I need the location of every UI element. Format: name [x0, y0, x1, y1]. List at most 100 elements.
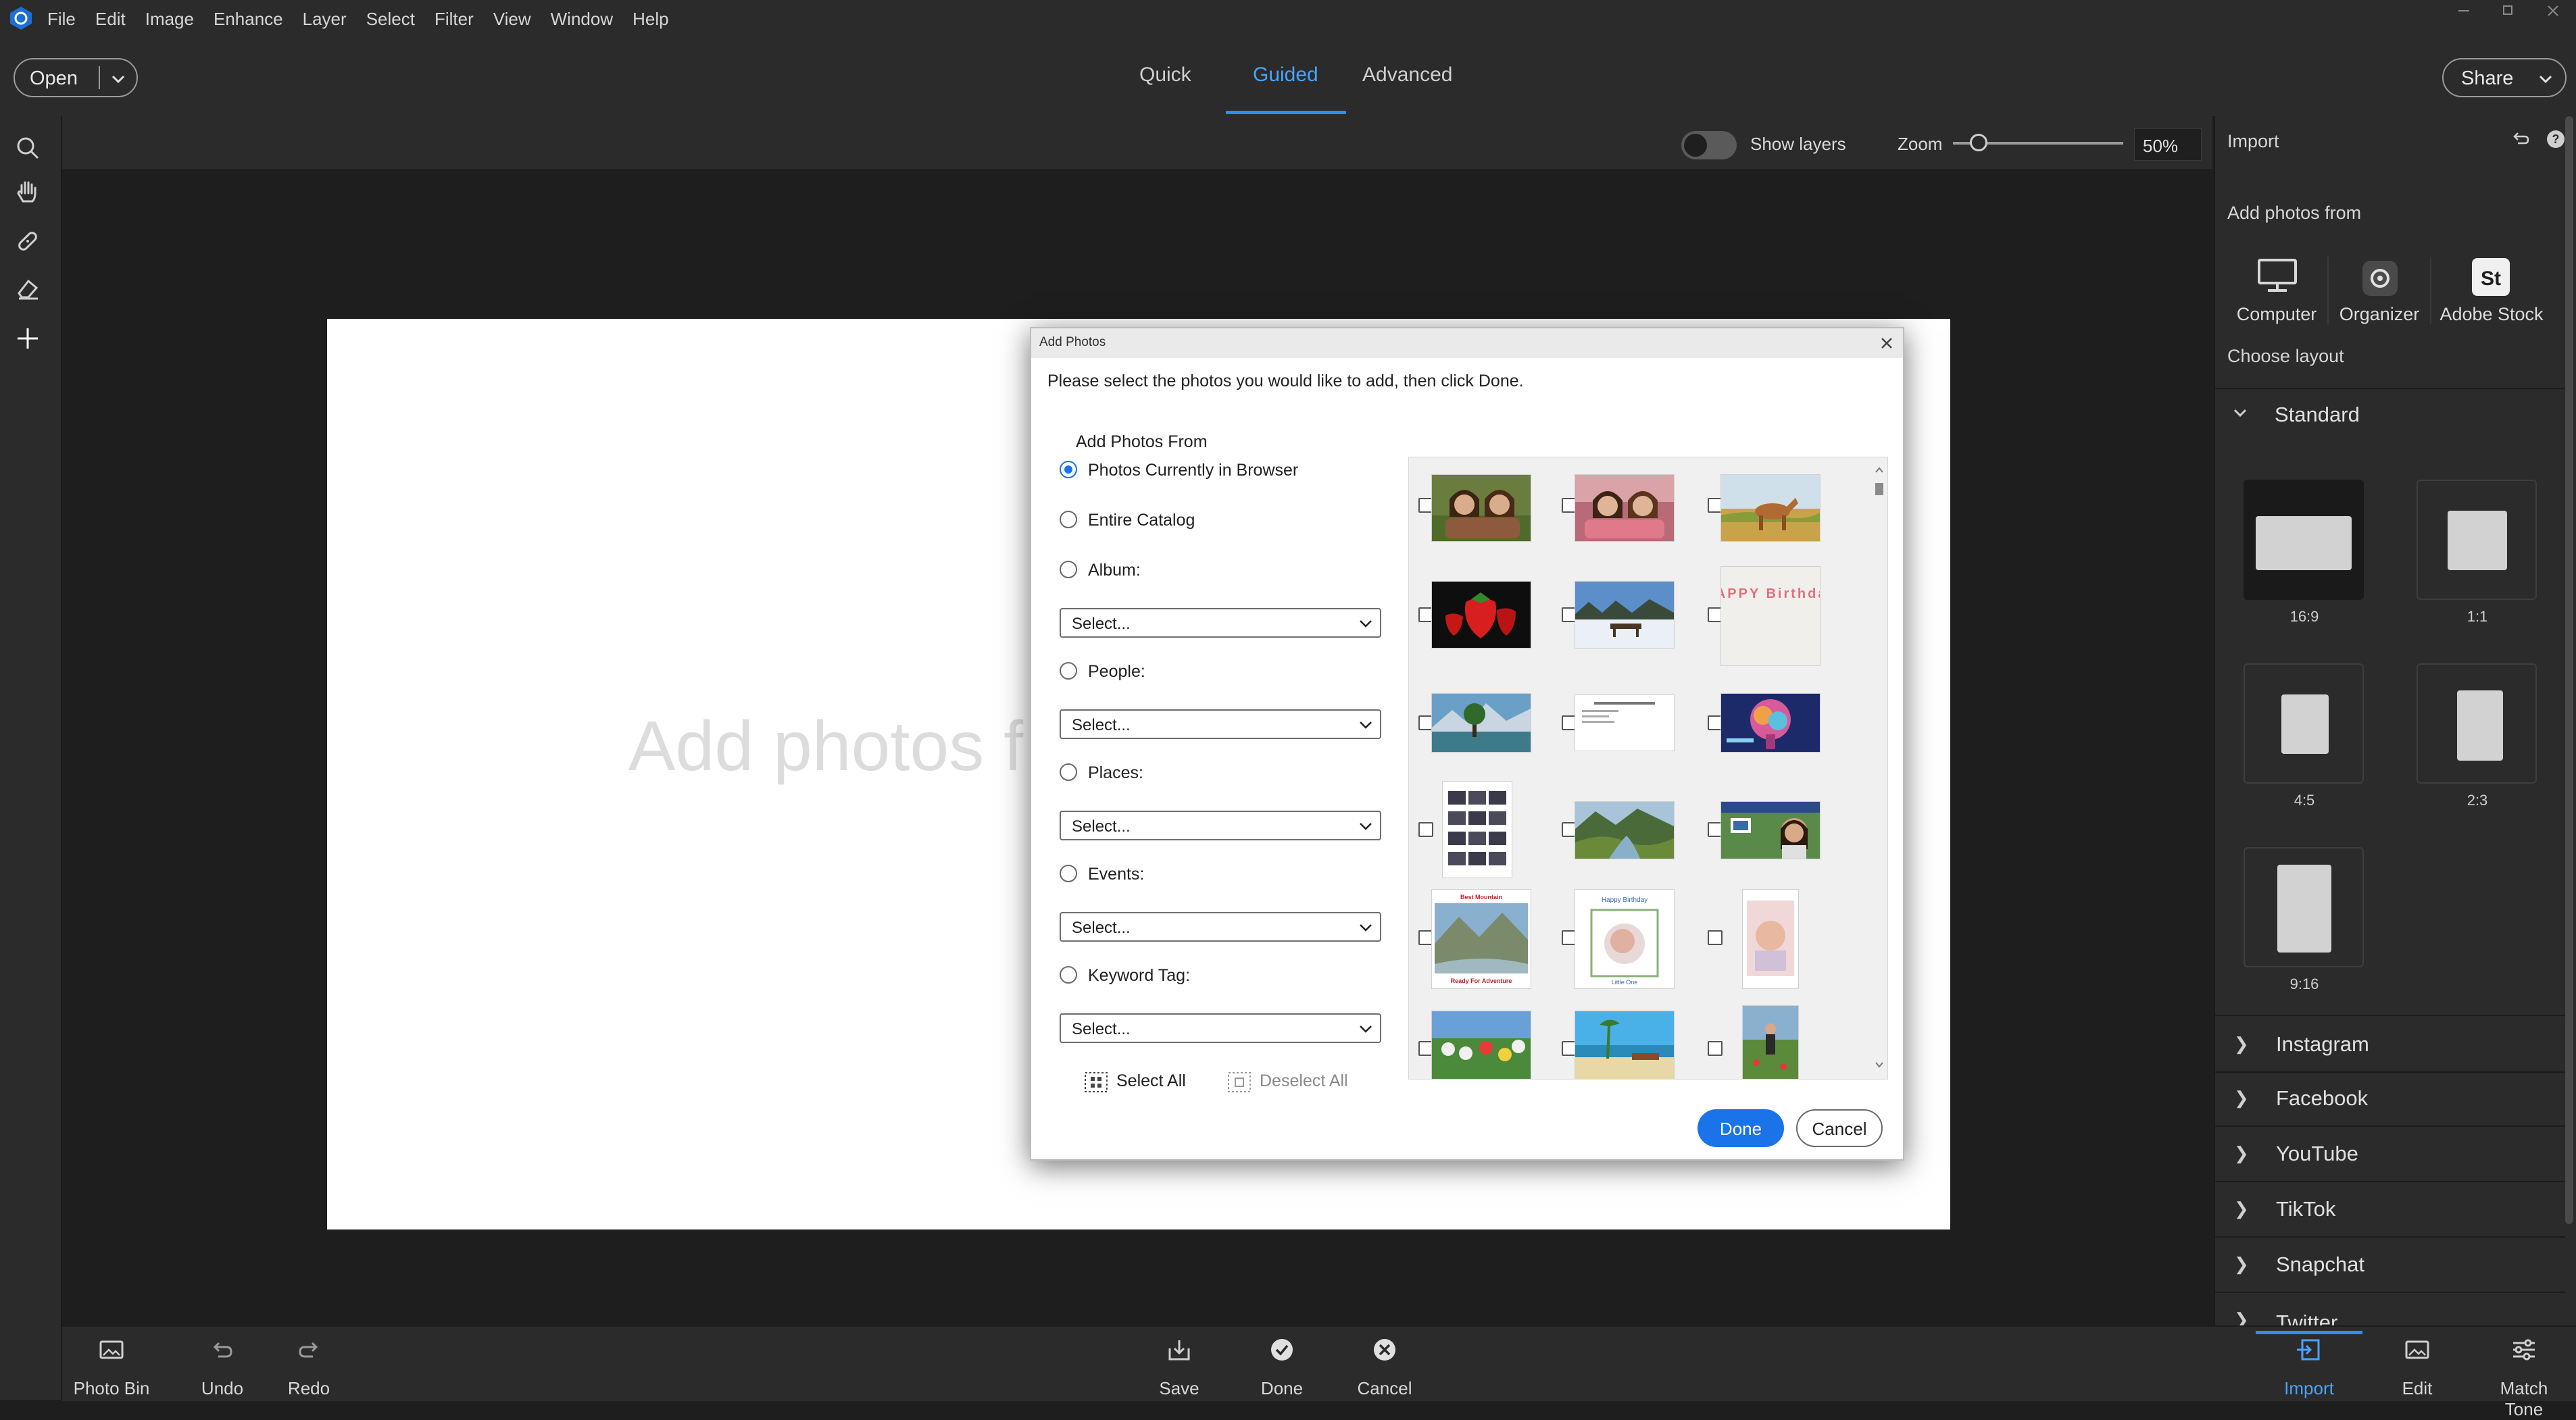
photo-checkbox[interactable]	[1708, 715, 1723, 730]
photo-checkbox[interactable]	[1418, 498, 1433, 513]
photo-checkbox[interactable]	[1708, 1041, 1723, 1056]
zoom-tool-icon[interactable]	[12, 132, 43, 163]
radio-places-label[interactable]: Places:	[1088, 763, 1143, 783]
radio-album-label[interactable]: Album:	[1088, 561, 1141, 580]
photo-thumbnail[interactable]	[1721, 802, 1820, 859]
dialog-cancel-button[interactable]: Cancel	[1796, 1109, 1883, 1147]
layout-16-9[interactable]	[2244, 480, 2364, 600]
menu-enhance[interactable]: Enhance	[214, 9, 283, 30]
photo-thumbnail[interactable]	[1721, 475, 1820, 541]
people-dropdown[interactable]: Select...	[1060, 709, 1381, 739]
photo-checkbox[interactable]	[1562, 715, 1577, 730]
photo-checkbox[interactable]	[1418, 822, 1433, 837]
photo-checkbox[interactable]	[1418, 930, 1433, 945]
section-tiktok[interactable]: ❯ TikTok	[2214, 1181, 2565, 1238]
photo-thumbnail[interactable]: Happy Birthday Little One	[1575, 890, 1674, 988]
menu-window[interactable]: Window	[551, 9, 613, 30]
photo-thumbnail[interactable]	[1721, 694, 1820, 752]
layout-4-5[interactable]	[2244, 663, 2364, 784]
photo-checkbox[interactable]	[1562, 930, 1577, 945]
radio-people-label[interactable]: People:	[1088, 662, 1145, 682]
album-dropdown[interactable]: Select...	[1060, 608, 1381, 638]
radio-people[interactable]	[1060, 662, 1077, 680]
zoom-slider-handle[interactable]	[1969, 134, 1987, 151]
photo-checkbox[interactable]	[1418, 607, 1433, 622]
zoom-value-field[interactable]: 50%	[2134, 128, 2202, 161]
photo-checkbox[interactable]	[1708, 822, 1723, 837]
radio-album[interactable]	[1060, 561, 1077, 578]
reset-icon[interactable]	[2510, 128, 2531, 150]
close-icon[interactable]	[1877, 334, 1896, 353]
radio-photos-in-browser-label[interactable]: Photos Currently in Browser	[1088, 461, 1298, 480]
menu-filter[interactable]: Filter	[435, 9, 474, 30]
section-instagram[interactable]: ❯ Instagram	[2214, 1015, 2565, 1073]
photo-thumbnail[interactable]	[1575, 802, 1674, 859]
photo-checkbox[interactable]	[1708, 930, 1723, 945]
layout-1-1[interactable]	[2417, 480, 2537, 600]
match-tone-button[interactable]: Match Tone	[2480, 1338, 2568, 1419]
photo-thumbnail[interactable]	[1575, 695, 1674, 751]
radio-keyword-tag[interactable]	[1060, 966, 1077, 984]
tab-advanced[interactable]: Advanced	[1362, 64, 1452, 86]
redo-button[interactable]: Redo	[265, 1338, 353, 1400]
menu-select[interactable]: Select	[366, 9, 415, 30]
hand-tool-icon[interactable]	[12, 177, 43, 208]
dialog-done-button[interactable]: Done	[1698, 1109, 1784, 1147]
panel-scrollbar[interactable]	[2565, 116, 2573, 1224]
radio-entire-catalog-label[interactable]: Entire Catalog	[1088, 511, 1195, 530]
photo-bin-button[interactable]: Photo Bin	[68, 1338, 155, 1400]
photo-checkbox[interactable]	[1418, 715, 1433, 730]
layout-9-16[interactable]	[2244, 847, 2364, 967]
help-icon[interactable]: ?	[2545, 128, 2567, 150]
section-snapchat[interactable]: ❯ Snapchat	[2214, 1236, 2565, 1293]
move-tool-icon[interactable]	[12, 323, 43, 354]
photo-thumbnail[interactable]	[1743, 1006, 1798, 1079]
restore-icon[interactable]	[2500, 3, 2517, 19]
radio-events-label[interactable]: Events:	[1088, 865, 1144, 884]
undo-button[interactable]: Undo	[178, 1338, 266, 1400]
photo-thumbnail[interactable]	[1432, 1011, 1531, 1079]
menu-help[interactable]: Help	[633, 9, 668, 30]
done-button[interactable]: Done	[1238, 1338, 1326, 1400]
open-button[interactable]: Open	[14, 58, 138, 97]
save-button[interactable]: Save	[1135, 1338, 1223, 1400]
photo-thumbnail[interactable]	[1575, 1011, 1674, 1079]
chevron-down-icon[interactable]	[2231, 404, 2249, 422]
healing-brush-icon[interactable]	[12, 226, 43, 257]
photo-thumbnail[interactable]	[1432, 475, 1531, 541]
source-organizer-button[interactable]: Organizer	[2329, 250, 2430, 338]
share-button[interactable]: Share	[2442, 58, 2567, 97]
photo-checkbox[interactable]	[1562, 822, 1577, 837]
show-layers-toggle[interactable]	[1681, 131, 1737, 159]
section-facebook[interactable]: ❯ Facebook	[2214, 1070, 2565, 1127]
tab-quick[interactable]: Quick	[1139, 64, 1191, 86]
radio-places[interactable]	[1060, 763, 1077, 781]
radio-entire-catalog[interactable]	[1060, 511, 1077, 528]
section-twitter[interactable]: ❯ Twitter	[2214, 1292, 2565, 1325]
menu-view[interactable]: View	[493, 9, 531, 30]
minimize-icon[interactable]	[2456, 3, 2472, 19]
photo-thumbnail[interactable]	[1575, 475, 1674, 541]
photo-thumbnail[interactable]: HAPPY Birthday	[1721, 567, 1820, 665]
radio-keyword-tag-label[interactable]: Keyword Tag:	[1088, 966, 1190, 986]
close-window-icon[interactable]	[2545, 3, 2561, 19]
chevron-down-icon[interactable]	[107, 68, 130, 91]
photo-checkbox[interactable]	[1562, 607, 1577, 622]
source-computer-button[interactable]: Computer	[2226, 250, 2327, 338]
photo-thumbnail[interactable]	[1443, 782, 1512, 878]
photo-checkbox[interactable]	[1418, 1041, 1433, 1056]
source-adobe-stock-button[interactable]: St Adobe Stock	[2439, 250, 2544, 338]
photo-thumbnail[interactable]	[1432, 582, 1531, 648]
keyword-tag-dropdown[interactable]: Select...	[1060, 1013, 1381, 1043]
radio-photos-in-browser[interactable]	[1060, 461, 1077, 478]
menu-file[interactable]: File	[47, 9, 76, 30]
cancel-button[interactable]: Cancel	[1341, 1338, 1429, 1400]
menu-image[interactable]: Image	[145, 9, 194, 30]
places-dropdown[interactable]: Select...	[1060, 811, 1381, 840]
menu-edit[interactable]: Edit	[95, 9, 126, 30]
photo-thumbnail[interactable]: Best Mountain Ready For Adventure	[1432, 890, 1531, 988]
import-button[interactable]: Import	[2265, 1338, 2353, 1400]
radio-events[interactable]	[1060, 865, 1077, 882]
photo-thumbnail[interactable]	[1575, 582, 1674, 648]
photo-thumbnail[interactable]	[1743, 890, 1798, 988]
